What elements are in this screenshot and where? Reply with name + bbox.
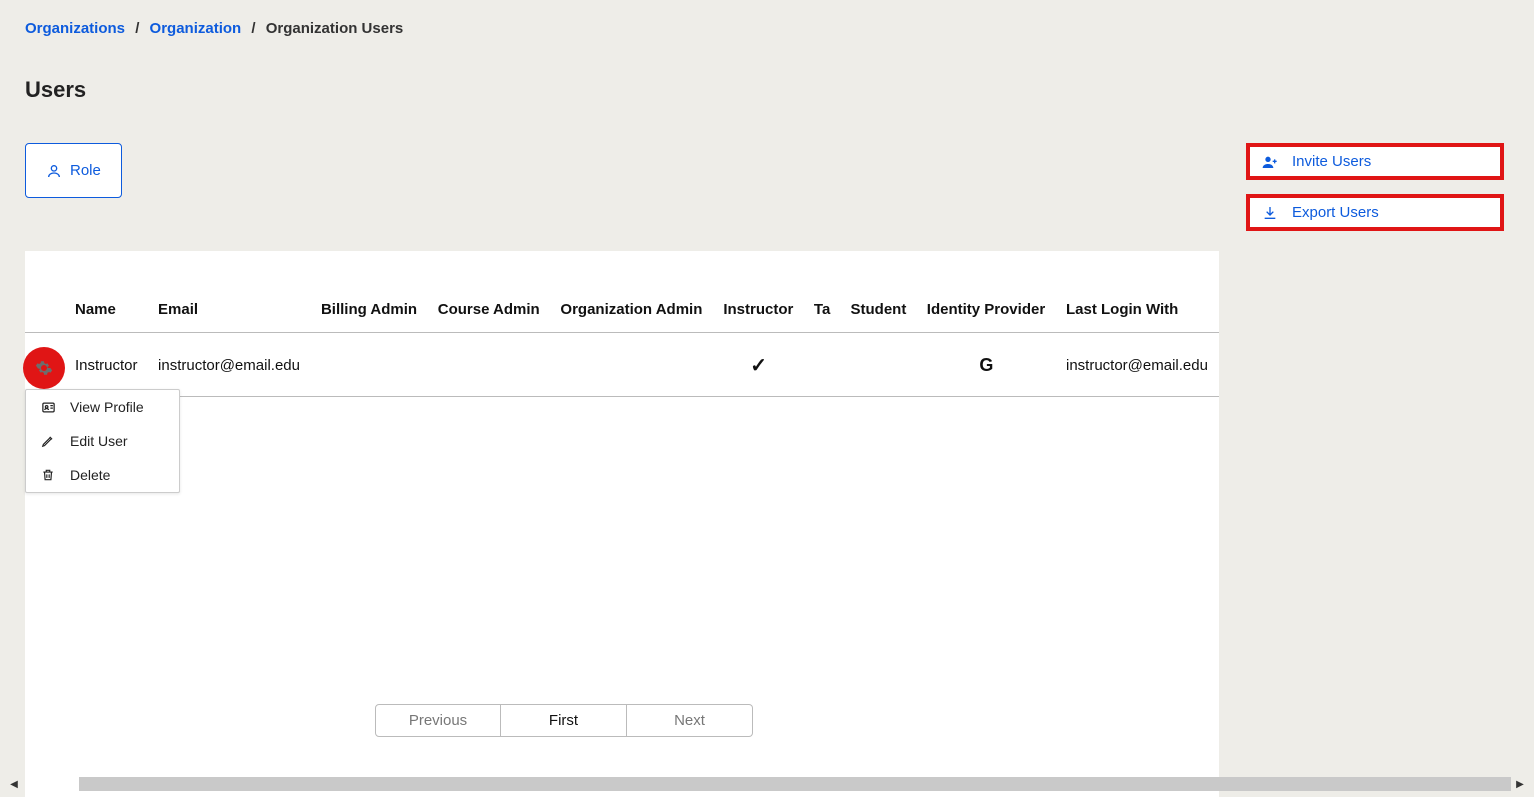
table-row[interactable]: Instructor instructor@email.edu ✓ G inst… — [25, 333, 1219, 397]
pager-next[interactable]: Next — [627, 704, 753, 737]
breadcrumb-organizations[interactable]: Organizations — [25, 20, 125, 37]
pager-first[interactable]: First — [501, 704, 627, 737]
menu-view-profile[interactable]: View Profile — [26, 390, 179, 424]
scrollbar-track[interactable] — [21, 777, 1513, 791]
invite-users-label: Invite Users — [1292, 153, 1371, 170]
col-email: Email — [148, 251, 311, 333]
download-icon — [1262, 205, 1278, 221]
cell-course-admin — [428, 333, 551, 397]
users-table: Name Email Billing Admin Course Admin Or… — [25, 251, 1219, 397]
menu-view-profile-label: View Profile — [70, 399, 144, 415]
breadcrumb-organization[interactable]: Organization — [150, 20, 242, 37]
breadcrumb-current: Organization Users — [266, 20, 404, 37]
col-idp: Identity Provider — [917, 251, 1056, 333]
col-student: Student — [841, 251, 917, 333]
row-context-menu: View Profile Edit User Delete — [25, 389, 180, 493]
cell-student — [841, 333, 917, 397]
export-users-label: Export Users — [1292, 204, 1379, 221]
menu-edit-user-label: Edit User — [70, 433, 128, 449]
invite-users-button[interactable]: Invite Users — [1246, 143, 1504, 180]
col-billing-admin: Billing Admin — [311, 251, 428, 333]
export-users-button[interactable]: Export Users — [1246, 194, 1504, 231]
cell-last-login: instructor@email.edu — [1056, 333, 1219, 397]
person-icon — [46, 163, 62, 179]
role-filter-button[interactable]: Role — [25, 143, 122, 198]
cell-org-admin — [550, 333, 713, 397]
cell-name: Instructor — [65, 333, 148, 397]
users-table-container: Name Email Billing Admin Course Admin Or… — [25, 251, 1219, 797]
breadcrumb-sep: / — [135, 20, 139, 37]
trash-icon — [40, 468, 56, 482]
col-instructor: Instructor — [713, 251, 804, 333]
scroll-left-arrow-icon[interactable]: ◀ — [7, 779, 21, 790]
gear-icon — [35, 359, 53, 377]
role-button-label: Role — [70, 162, 101, 179]
user-plus-icon — [1262, 154, 1278, 170]
row-actions-gear-button[interactable] — [23, 347, 65, 389]
menu-delete-label: Delete — [70, 467, 110, 483]
pagination: Previous First Next — [375, 704, 753, 737]
cell-billing-admin — [311, 333, 428, 397]
page-title: Users — [25, 77, 1509, 103]
breadcrumb-sep: / — [251, 20, 255, 37]
horizontal-scrollbar[interactable]: ◀ ▶ — [7, 776, 1527, 792]
menu-edit-user[interactable]: Edit User — [26, 424, 179, 458]
col-course-admin: Course Admin — [428, 251, 551, 333]
pencil-icon — [40, 434, 56, 448]
cell-idp: G — [917, 333, 1056, 397]
cell-instructor: ✓ — [713, 333, 804, 397]
col-org-admin: Organization Admin — [550, 251, 713, 333]
cell-email: instructor@email.edu — [148, 333, 311, 397]
cell-ta — [804, 333, 841, 397]
col-name: Name — [65, 251, 148, 333]
col-ta: Ta — [804, 251, 841, 333]
col-last-login: Last Login With — [1056, 251, 1219, 333]
scrollbar-thumb[interactable] — [79, 777, 1511, 791]
menu-delete[interactable]: Delete — [26, 458, 179, 492]
pager-previous[interactable]: Previous — [375, 704, 501, 737]
scroll-right-arrow-icon[interactable]: ▶ — [1513, 779, 1527, 790]
breadcrumb: Organizations / Organization / Organizat… — [25, 20, 1509, 37]
id-card-icon — [40, 400, 56, 415]
